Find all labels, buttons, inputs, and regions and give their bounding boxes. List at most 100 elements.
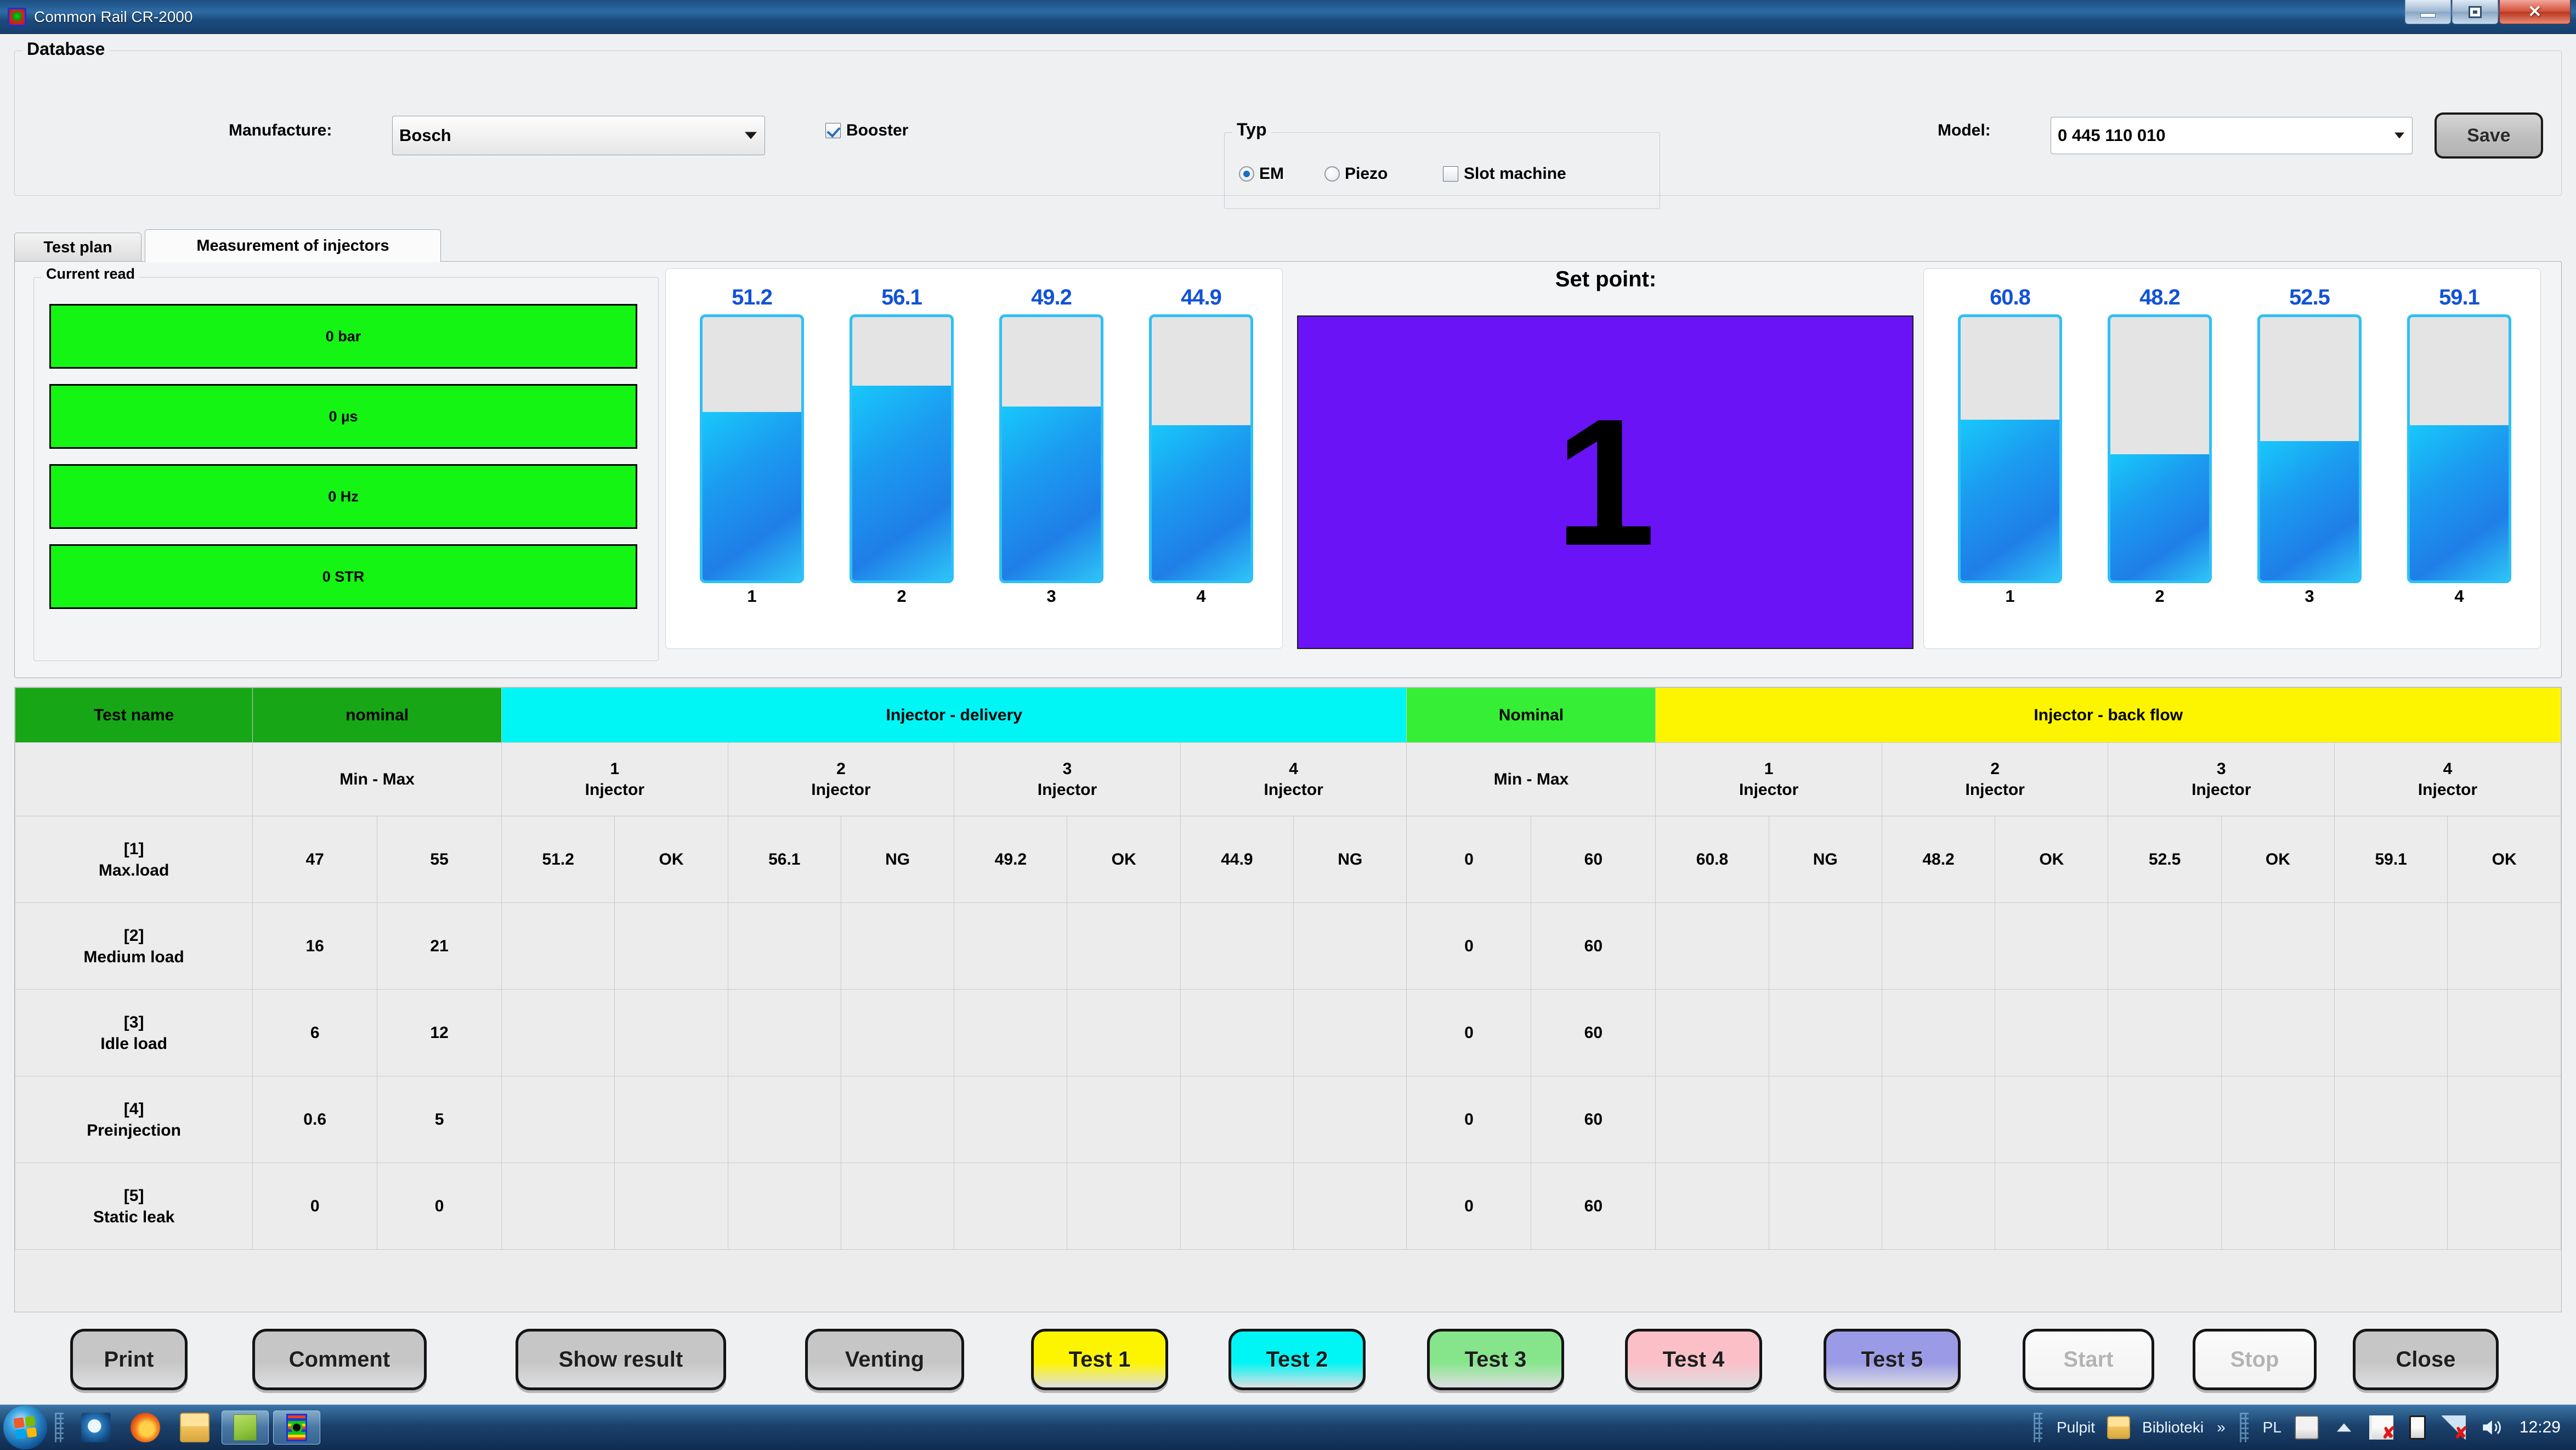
table-row[interactable]: [4] Preinjection 0.6 5 0 60	[14, 1076, 2561, 1163]
model-combobox[interactable]: 0 445 110 010	[2051, 117, 2413, 154]
restore-icon	[2469, 5, 2482, 18]
delivery-gauge-3-label: 3	[1046, 586, 1056, 606]
model-label: Model:	[1938, 121, 1991, 139]
cell-delivery-1-status: OK	[614, 816, 728, 903]
start-button[interactable]	[3, 1406, 47, 1449]
cell-backflow-nominal-max: 60	[1531, 1076, 1656, 1163]
cell-backflow-nominal-min: 0	[1406, 1163, 1532, 1250]
tab-strip: Test plan Measurement of injectors	[14, 229, 2562, 262]
libraries-folder-icon[interactable]	[2107, 1416, 2131, 1439]
backflow-gauge-3-value: 52.5	[2289, 285, 2330, 309]
cell-delivery-4-status	[1293, 1163, 1407, 1250]
close-button[interactable]: Close	[2353, 1329, 2499, 1390]
flag-action-center-icon[interactable]: ✘	[2369, 1415, 2396, 1442]
table-row-label: Preinjection	[87, 1121, 181, 1139]
setpoint-display: 1	[1297, 315, 1913, 649]
tab-measurement-of-injectors[interactable]: Measurement of injectors	[145, 229, 441, 262]
tray-grip-2[interactable]	[2239, 1413, 2249, 1442]
test-2-button[interactable]: Test 2	[1228, 1329, 1366, 1390]
cell-delivery-nominal-min: 0	[252, 1163, 378, 1250]
table-head: Test name nominal Injector - delivery No…	[14, 687, 2561, 816]
typ-checkbox-slot-machine[interactable]: Slot machine	[1443, 165, 1566, 183]
venting-button[interactable]: Venting	[805, 1329, 964, 1390]
table-header-row-sub: Min - Max 1 Injector 2 Injector 3 Inject…	[14, 742, 2561, 816]
header-test-name: Test name	[14, 687, 253, 743]
network-error-badge-icon: ✘	[2454, 1424, 2468, 1442]
minimize-button[interactable]	[2405, 0, 2451, 24]
radio-selected-icon	[1239, 166, 1254, 182]
cell-delivery-nominal-min: 47	[252, 816, 378, 903]
test-3-button[interactable]: Test 3	[1427, 1329, 1564, 1390]
tab-test-plan[interactable]: Test plan	[14, 233, 141, 262]
cell-delivery-2-status	[840, 989, 955, 1076]
table-row-name: [2] Medium load	[14, 902, 253, 990]
table-row-label: Static leak	[93, 1208, 175, 1226]
backflow-gauge-4-tank	[2407, 314, 2511, 583]
volume-icon[interactable]	[2479, 1415, 2503, 1440]
maximize-button[interactable]	[2452, 0, 2498, 24]
delivery-gauge-4: 44.9 4	[1149, 285, 1253, 606]
table-row[interactable]: [2] Medium load 16 21 0 60	[14, 902, 2561, 990]
table-body: [1] Max.load 47 55 51.2 OK 56.1 NG 49.2 OK 44.9 NG 0…	[14, 816, 2561, 1250]
test-4-button[interactable]: Test 4	[1625, 1329, 1762, 1390]
table-row-name: [4] Preinjection	[14, 1076, 253, 1163]
typ-radio-piezo-label: Piezo	[1345, 165, 1388, 183]
typ-radio-em[interactable]: EM	[1239, 165, 1284, 183]
chevron-down-icon	[2394, 132, 2404, 139]
manufacture-value: Bosch	[399, 126, 451, 145]
backflow-gauge-1-value: 60.8	[1990, 285, 2031, 309]
cell-delivery-nominal-max: 12	[377, 989, 502, 1076]
internet-explorer-icon[interactable]	[81, 1413, 111, 1442]
network-icon[interactable]: ✘	[2441, 1415, 2468, 1442]
comment-button[interactable]: Comment	[252, 1329, 427, 1390]
taskbar-grip[interactable]	[55, 1413, 64, 1442]
booster-checkbox[interactable]: Booster	[825, 121, 908, 140]
manufacture-combobox[interactable]: Bosch	[392, 116, 765, 155]
cell-delivery-nominal-max: 5	[377, 1076, 502, 1163]
taskbar: Pulpit Biblioteki » PL ✘ ✘ 12:29	[0, 1404, 2576, 1450]
table-row[interactable]: [5] Static leak 0 0 0 60	[14, 1163, 2561, 1250]
tray-grip[interactable]	[2033, 1413, 2042, 1442]
firefox-icon[interactable]	[131, 1413, 160, 1442]
cell-delivery-4-value	[1180, 902, 1294, 990]
checkbox-icon	[825, 123, 841, 138]
toolbar-overflow-chevron-icon[interactable]: »	[2217, 1419, 2226, 1436]
battery-icon[interactable]	[2409, 1415, 2426, 1440]
print-button[interactable]: Print	[70, 1329, 188, 1390]
language-indicator[interactable]: PL	[2263, 1419, 2281, 1436]
subheader-backflow-injector-3: 3 Injector	[2108, 742, 2335, 816]
close-button[interactable]: ✕	[2499, 0, 2571, 24]
current-read-strokes: 0 STR	[49, 544, 637, 609]
cell-backflow-nominal-min: 0	[1406, 1076, 1532, 1163]
show-hidden-icons-icon[interactable]	[2332, 1415, 2356, 1440]
table-row[interactable]: [3] Idle load 6 12 0 60	[14, 989, 2561, 1076]
subheader-delivery-injector-4: 4 Injector	[1180, 742, 1407, 816]
taskbar-window-common-rail[interactable]	[273, 1410, 320, 1445]
explorer-icon[interactable]	[180, 1413, 210, 1442]
delivery-gauge-3: 49.2 3	[999, 285, 1103, 606]
cell-delivery-1-value: 51.2	[501, 816, 615, 903]
taskbar-window-green-app[interactable]	[222, 1410, 269, 1445]
libraries-toolbar-label[interactable]: Biblioteki	[2142, 1419, 2204, 1436]
save-button[interactable]: Save	[2435, 112, 2543, 159]
save-button-label: Save	[2467, 125, 2511, 146]
desktop-toolbar-label[interactable]: Pulpit	[2057, 1419, 2095, 1436]
test-1-button[interactable]: Test 1	[1031, 1329, 1168, 1390]
backflow-gauge-1-label: 1	[2005, 586, 2015, 606]
results-grid[interactable]: Test name nominal Injector - delivery No…	[14, 687, 2562, 1312]
keyboard-icon[interactable]	[2294, 1415, 2319, 1440]
typ-radio-piezo[interactable]: Piezo	[1324, 165, 1388, 183]
table-row[interactable]: [1] Max.load 47 55 51.2 OK 56.1 NG 49.2 OK 44.9 NG 0…	[14, 816, 2561, 903]
close-icon: ✕	[2528, 2, 2542, 21]
test-5-button[interactable]: Test 5	[1824, 1329, 1961, 1390]
button-label: Show result	[558, 1347, 683, 1372]
cell-delivery-4-status	[1293, 902, 1407, 990]
subheader-delivery-injector-2-word: Injector	[811, 780, 871, 799]
delivery-gauge-4-value: 44.9	[1181, 285, 1222, 309]
cell-backflow-3-value	[2108, 902, 2222, 990]
show-result-button[interactable]: Show result	[516, 1329, 726, 1390]
subheader-backflow-injector-2: 2 Injector	[1881, 742, 2109, 816]
clock[interactable]: 12:29	[2520, 1418, 2561, 1437]
current-read-pressure-value: 0 bar	[325, 328, 361, 345]
current-read-frequency-value: 0 Hz	[328, 488, 359, 505]
